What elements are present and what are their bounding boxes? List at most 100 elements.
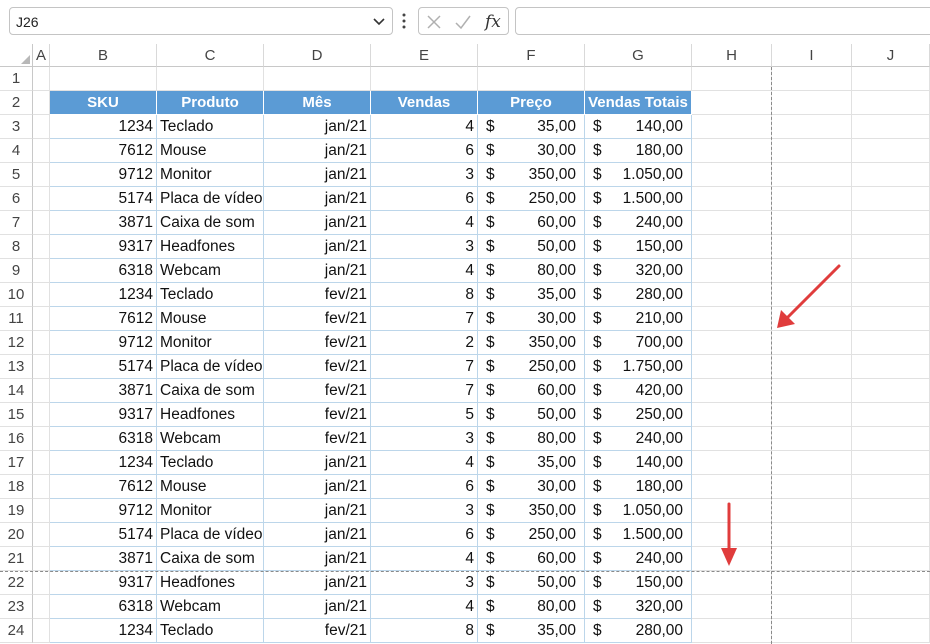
cell[interactable] xyxy=(33,523,50,547)
cell[interactable] xyxy=(852,91,930,115)
table-cell-currency[interactable]: $240,00 xyxy=(585,427,692,451)
table-cell-currency[interactable]: $350,00 xyxy=(478,499,585,523)
table-cell[interactable]: 9712 xyxy=(50,163,157,187)
cell[interactable] xyxy=(852,163,930,187)
table-cell[interactable]: Headfones xyxy=(157,403,264,427)
cell[interactable] xyxy=(772,67,852,91)
table-cell-currency[interactable]: $35,00 xyxy=(478,451,585,475)
table-cell[interactable]: Placa de vídeo xyxy=(157,187,264,211)
cell[interactable] xyxy=(692,259,772,283)
cell[interactable] xyxy=(33,547,50,571)
cell[interactable] xyxy=(33,163,50,187)
table-cell-currency[interactable]: $320,00 xyxy=(585,259,692,283)
table-cell[interactable]: Teclado xyxy=(157,451,264,475)
table-cell[interactable]: 7612 xyxy=(50,307,157,331)
table-cell-currency[interactable]: $35,00 xyxy=(478,283,585,307)
table-cell[interactable]: jan/21 xyxy=(264,115,371,139)
table-cell-currency[interactable]: $80,00 xyxy=(478,259,585,283)
table-cell[interactable]: 5 xyxy=(371,403,478,427)
cell[interactable] xyxy=(852,595,930,619)
table-cell[interactable]: 6 xyxy=(371,475,478,499)
function-icon[interactable]: fx xyxy=(485,12,501,32)
table-cell-currency[interactable]: $30,00 xyxy=(478,475,585,499)
table-cell[interactable]: 7 xyxy=(371,355,478,379)
table-cell-currency[interactable]: $350,00 xyxy=(478,331,585,355)
table-cell-currency[interactable]: $320,00 xyxy=(585,595,692,619)
cell[interactable] xyxy=(772,523,852,547)
cell[interactable] xyxy=(692,619,772,643)
cell[interactable] xyxy=(50,67,157,91)
table-cell[interactable]: Caixa de som xyxy=(157,211,264,235)
row-header-18[interactable]: 18 xyxy=(0,475,33,499)
row-header-15[interactable]: 15 xyxy=(0,403,33,427)
cell[interactable] xyxy=(33,139,50,163)
table-cell[interactable]: 7 xyxy=(371,307,478,331)
cell[interactable] xyxy=(33,259,50,283)
row-header-21[interactable]: 21 xyxy=(0,547,33,571)
enter-icon[interactable] xyxy=(454,14,472,30)
table-cell[interactable]: jan/21 xyxy=(264,259,371,283)
table-cell[interactable]: 4 xyxy=(371,547,478,571)
cell[interactable] xyxy=(772,475,852,499)
cell[interactable] xyxy=(852,619,930,643)
row-header-16[interactable]: 16 xyxy=(0,427,33,451)
cell[interactable] xyxy=(33,91,50,115)
cell[interactable] xyxy=(772,595,852,619)
row-header-6[interactable]: 6 xyxy=(0,187,33,211)
cell[interactable] xyxy=(772,115,852,139)
table-cell[interactable]: Webcam xyxy=(157,595,264,619)
table-cell[interactable]: fev/21 xyxy=(264,403,371,427)
table-cell[interactable]: jan/21 xyxy=(264,235,371,259)
row-header-17[interactable]: 17 xyxy=(0,451,33,475)
row-header-14[interactable]: 14 xyxy=(0,379,33,403)
cell[interactable] xyxy=(852,283,930,307)
table-cell-currency[interactable]: $180,00 xyxy=(585,475,692,499)
table-cell[interactable]: Monitor xyxy=(157,163,264,187)
cell[interactable] xyxy=(692,595,772,619)
table-cell-currency[interactable]: $1.500,00 xyxy=(585,187,692,211)
table-cell[interactable]: fev/21 xyxy=(264,619,371,643)
table-cell[interactable]: 8 xyxy=(371,619,478,643)
cell[interactable] xyxy=(852,355,930,379)
cell[interactable] xyxy=(772,547,852,571)
table-cell[interactable]: 9317 xyxy=(50,403,157,427)
table-cell[interactable]: 4 xyxy=(371,451,478,475)
table-cell[interactable]: 3871 xyxy=(50,211,157,235)
cell[interactable] xyxy=(772,571,852,595)
table-cell[interactable]: Caixa de som xyxy=(157,547,264,571)
cell[interactable] xyxy=(33,451,50,475)
column-header-b[interactable]: B xyxy=(50,44,157,67)
table-cell[interactable]: 7612 xyxy=(50,475,157,499)
table-cell[interactable]: Webcam xyxy=(157,259,264,283)
table-cell-currency[interactable]: $1.050,00 xyxy=(585,163,692,187)
cell[interactable] xyxy=(157,67,264,91)
table-cell[interactable]: 3 xyxy=(371,427,478,451)
table-cell[interactable]: 1234 xyxy=(50,619,157,643)
table-cell[interactable]: 5174 xyxy=(50,355,157,379)
table-cell-currency[interactable]: $140,00 xyxy=(585,451,692,475)
column-header-g[interactable]: G xyxy=(585,44,692,67)
table-cell[interactable]: 3 xyxy=(371,163,478,187)
cell[interactable] xyxy=(772,403,852,427)
cell[interactable] xyxy=(852,475,930,499)
cell[interactable] xyxy=(33,379,50,403)
row-header-11[interactable]: 11 xyxy=(0,307,33,331)
table-header-cell[interactable]: SKU xyxy=(50,91,157,115)
table-cell[interactable]: 6318 xyxy=(50,259,157,283)
cell[interactable] xyxy=(33,283,50,307)
table-cell[interactable]: jan/21 xyxy=(264,451,371,475)
cell[interactable] xyxy=(33,115,50,139)
table-cell[interactable]: 5174 xyxy=(50,187,157,211)
table-cell-currency[interactable]: $150,00 xyxy=(585,235,692,259)
table-cell-currency[interactable]: $150,00 xyxy=(585,571,692,595)
cell[interactable] xyxy=(772,499,852,523)
row-header-1[interactable]: 1 xyxy=(0,67,33,91)
cell[interactable] xyxy=(692,163,772,187)
table-cell-currency[interactable]: $35,00 xyxy=(478,115,585,139)
table-cell[interactable]: 6318 xyxy=(50,427,157,451)
table-cell-currency[interactable]: $250,00 xyxy=(478,355,585,379)
table-cell-currency[interactable]: $1.050,00 xyxy=(585,499,692,523)
table-cell[interactable]: Placa de vídeo xyxy=(157,523,264,547)
table-header-cell[interactable]: Vendas Totais xyxy=(585,91,692,115)
cell[interactable] xyxy=(478,67,585,91)
